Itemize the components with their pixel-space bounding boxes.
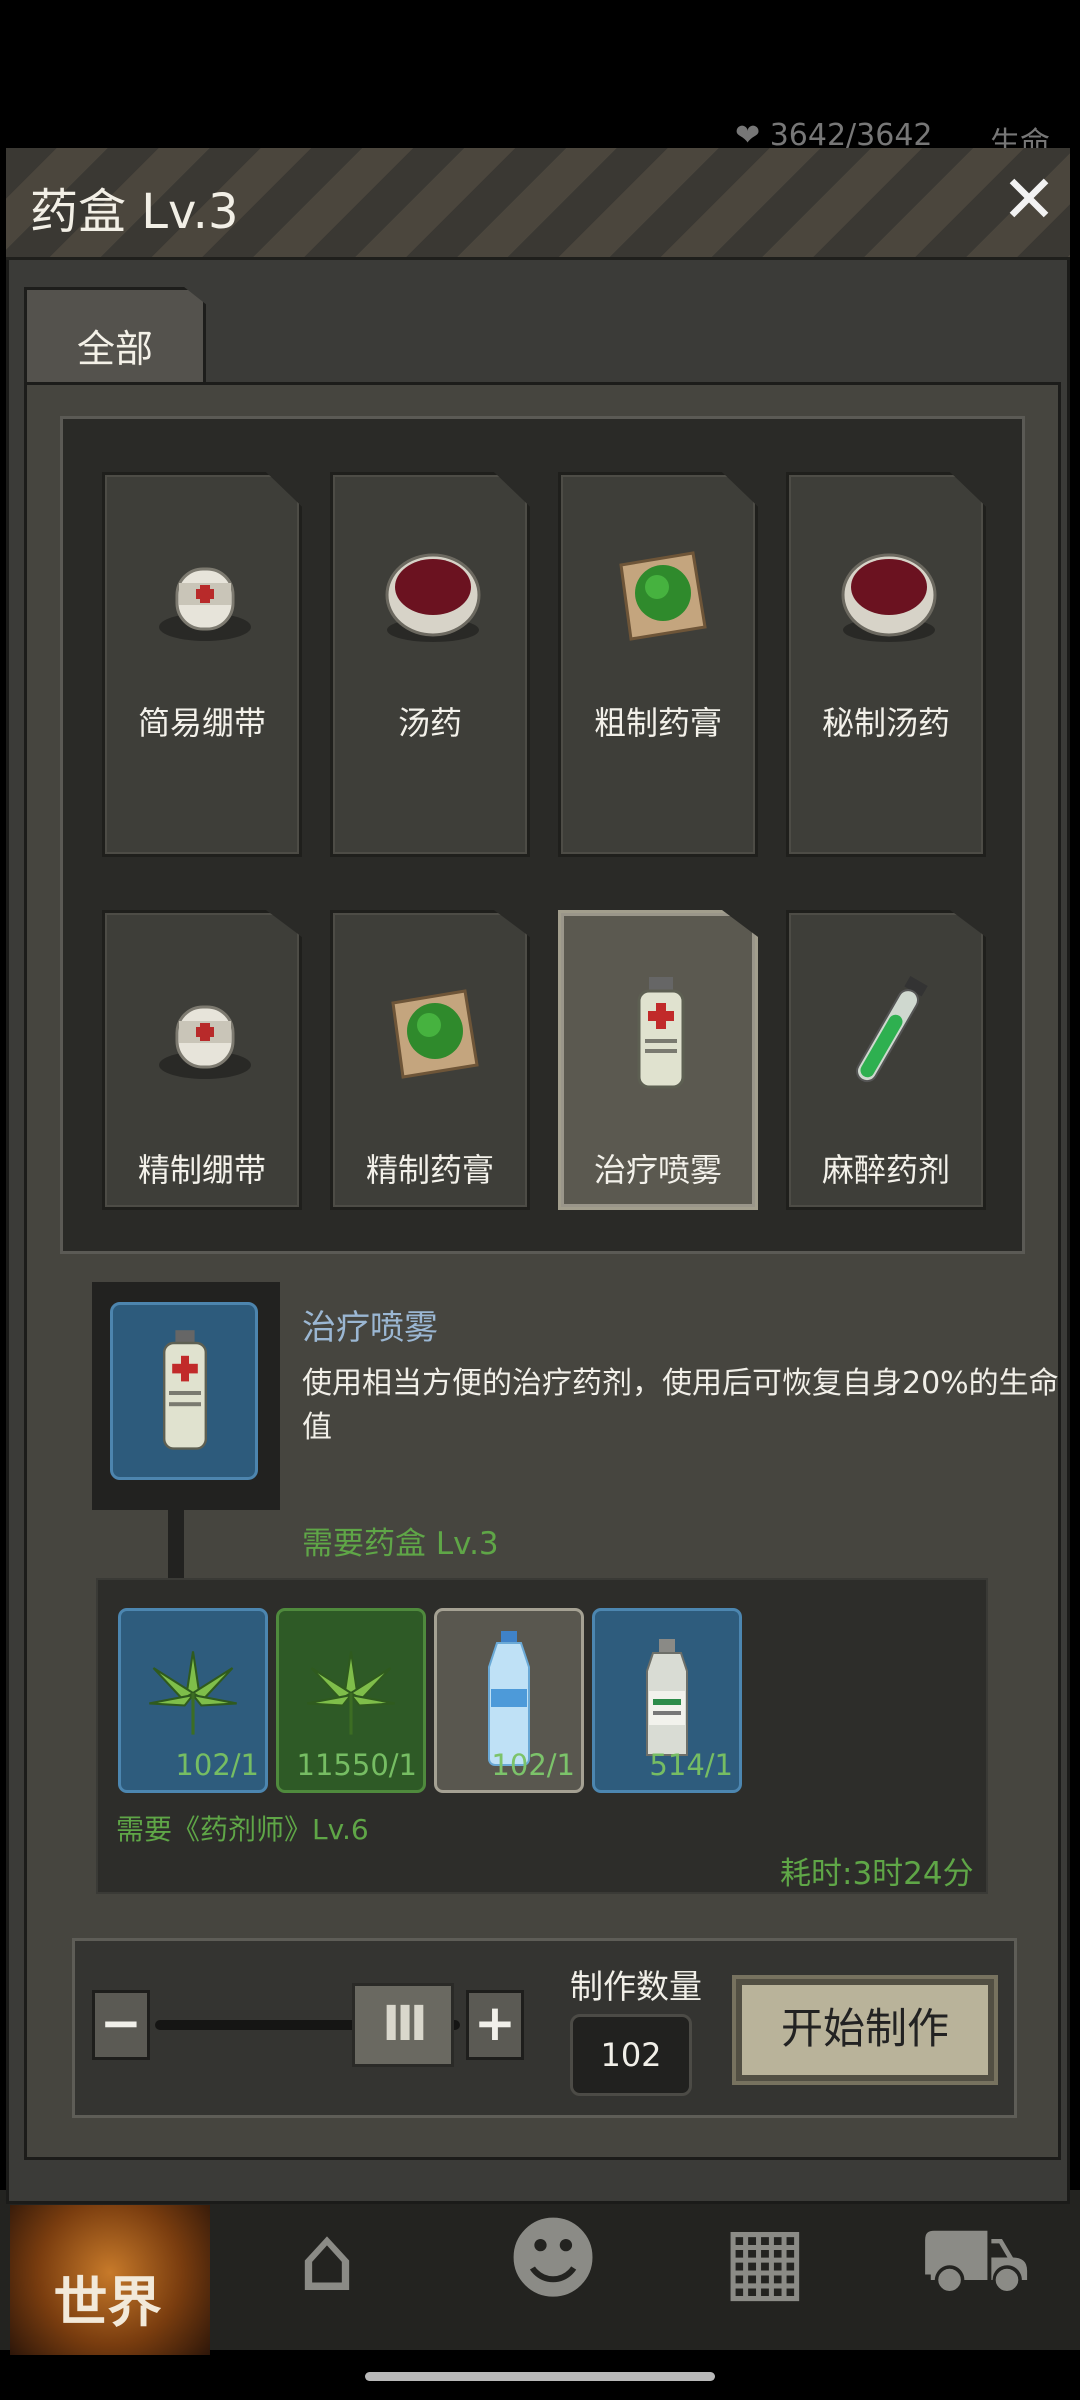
recipe-label: 精制药膏 (365, 1151, 494, 1189)
detail-item-slot[interactable] (110, 1302, 258, 1480)
required-level: 需要药盒 Lv.3 (302, 1526, 499, 1562)
backpack-icon[interactable]: ⌂ (262, 2200, 392, 2320)
recipe-card-healing-spray[interactable]: 治疗喷雾 (558, 910, 758, 1210)
herb-ointment-icon (391, 989, 479, 1079)
decrease-quantity-button[interactable]: − (92, 1990, 150, 2060)
required-skill: 需要《药剂师》Lv.6 (116, 1813, 369, 1846)
recipe-card-anesthetic[interactable]: 麻醉药剂 (786, 910, 986, 1210)
recipe-card-refined-ointment[interactable]: 精制药膏 (330, 910, 530, 1210)
nav-world-label: 世界 (53, 2271, 162, 2334)
recipe-card-refined-bandage[interactable]: 精制绷带 (102, 910, 302, 1210)
recipe-label: 简易绷带 (137, 704, 266, 742)
test-tube-icon (856, 976, 928, 1083)
material-slot-herb[interactable]: 11550/1 (276, 1608, 426, 1793)
herb-ointment-icon (619, 551, 707, 641)
material-slot-water[interactable]: 102/1 (434, 1608, 584, 1793)
recipe-label: 精制绷带 (137, 1151, 266, 1189)
material-count: 102/1 (491, 1748, 575, 1782)
soup-bowl-icon (385, 553, 481, 642)
recipe-label: 秘制汤药 (821, 704, 950, 742)
device-icon[interactable]: ▦ (700, 2200, 830, 2320)
material-slot-herb[interactable]: 102/1 (118, 1608, 268, 1793)
bandage-icon (159, 1005, 251, 1079)
material-count: 11550/1 (296, 1748, 417, 1782)
soup-bowl-icon (841, 553, 937, 642)
spray-can-icon (637, 977, 685, 1089)
recipe-label: 汤药 (397, 704, 462, 742)
connector-line (168, 1510, 184, 1582)
tab-all-label: 全部 (76, 327, 153, 371)
material-slot-alcohol[interactable]: 514/1 (592, 1608, 742, 1793)
craft-time: 耗时:3时24分 (780, 1856, 974, 1892)
herb-leaf-icon (307, 1651, 395, 1735)
cart-icon[interactable]: ⛟ (910, 2200, 1040, 2320)
home-indicator[interactable] (365, 2372, 715, 2381)
spray-can-icon (163, 1330, 207, 1450)
recipe-label: 治疗喷雾 (593, 1151, 722, 1189)
recipe-card-secret-decoction[interactable]: 秘制汤药 (786, 472, 986, 857)
recipe-card-decoction[interactable]: 汤药 (330, 472, 530, 857)
alcohol-bottle-icon (646, 1639, 688, 1756)
increase-quantity-button[interactable]: + (466, 1990, 524, 2060)
detail-item-description: 使用相当方便的治疗药剂，使用后可恢复自身20%的生命值 (302, 1366, 1059, 1445)
quantity-slider-handle[interactable]: III (352, 1983, 454, 2067)
material-count: 102/1 (175, 1748, 259, 1782)
recipe-card-simple-bandage[interactable]: 简易绷带 (102, 472, 302, 857)
bandage-icon (159, 567, 251, 641)
recipe-label: 粗制药膏 (593, 704, 722, 742)
detail-item-name: 治疗喷雾 (302, 1308, 438, 1348)
material-count: 514/1 (649, 1748, 733, 1782)
panel-title: 药盒 Lv.3 (30, 184, 239, 240)
head-icon[interactable]: ☻ (488, 2200, 618, 2320)
recipe-label: 麻醉药剂 (821, 1151, 950, 1189)
quantity-label: 制作数量 (570, 1967, 702, 2006)
herb-leaf-icon (149, 1651, 237, 1735)
close-button[interactable]: ✕ (996, 167, 1062, 236)
start-crafting-button[interactable]: 开始制作 (732, 1975, 998, 2085)
recipe-card-crude-ointment[interactable]: 粗制药膏 (558, 472, 758, 857)
quantity-field[interactable]: 102 (570, 2014, 692, 2096)
